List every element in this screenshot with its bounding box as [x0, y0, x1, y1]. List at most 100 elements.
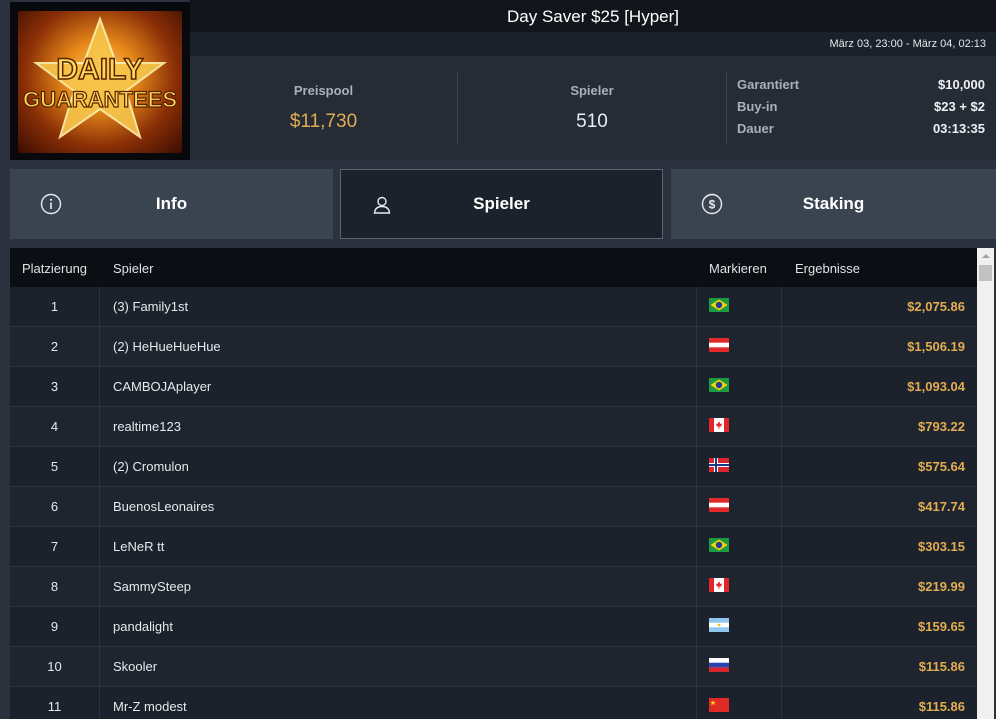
rank-cell: 1	[10, 287, 100, 327]
flag-cell	[696, 487, 782, 527]
tournament-title: Day Saver $25 [Hyper]	[190, 0, 996, 32]
divider	[726, 72, 727, 144]
user-icon	[373, 196, 391, 214]
header-rank[interactable]: Platzierung	[22, 261, 87, 276]
rank-cell: 9	[10, 607, 100, 647]
flag-cell	[696, 687, 782, 719]
stats-panel: Preispool $11,730 Spieler 510 Garantiert…	[190, 56, 996, 160]
flag-cell	[696, 367, 782, 407]
canada-flag-icon	[709, 418, 729, 432]
result-cell: $159.65	[918, 619, 965, 634]
dollar-coin-icon: $	[701, 193, 723, 215]
rank-cell: 10	[10, 647, 100, 687]
player-name[interactable]: CAMBOJAplayer	[113, 367, 211, 407]
flag-cell	[696, 447, 782, 487]
rank-cell: 2	[10, 327, 100, 367]
canada-flag-icon	[709, 578, 729, 592]
player-name[interactable]: Mr-Z modest	[113, 687, 187, 719]
brazil-flag-icon	[709, 378, 729, 392]
detail-buyin: Buy-in $23 + $2	[737, 99, 985, 114]
flag-cell	[696, 407, 782, 447]
rank-cell: 5	[10, 447, 100, 487]
players-value: 510	[576, 111, 608, 132]
player-name[interactable]: (2) Cromulon	[113, 447, 189, 487]
table-row[interactable]: 4 realtime123 $793.22	[10, 407, 977, 447]
flag-cell	[696, 567, 782, 607]
table-row[interactable]: 2 (2) HeHueHueHue $1,506.19	[10, 327, 977, 367]
table-row[interactable]: 1 (3) Family1st $2,075.86	[10, 287, 977, 327]
result-cell: $1,093.04	[907, 379, 965, 394]
argentina-flag-icon	[709, 618, 729, 632]
table-row[interactable]: 6 BuenosLeonaires $417.74	[10, 487, 977, 527]
scrollbar[interactable]	[977, 248, 994, 719]
table-row[interactable]: 11 Mr-Z modest $115.86	[10, 687, 977, 719]
player-name[interactable]: BuenosLeonaires	[113, 487, 214, 527]
result-cell: $575.64	[918, 459, 965, 474]
header-player[interactable]: Spieler	[113, 261, 153, 276]
header-result[interactable]: Ergebnisse	[795, 261, 860, 276]
austria-flag-icon	[709, 338, 729, 352]
table-header: Platzierung Spieler Markieren Ergebnisse	[10, 248, 977, 287]
rank-cell: 4	[10, 407, 100, 447]
austria-flag-icon	[709, 498, 729, 512]
player-name[interactable]: SammySteep	[113, 567, 191, 607]
norway-flag-icon	[709, 458, 729, 472]
player-name[interactable]: pandalight	[113, 607, 173, 647]
players-label: Spieler	[570, 83, 614, 98]
table-row[interactable]: 5 (2) Cromulon $575.64	[10, 447, 977, 487]
date-range: März 03, 23:00 - März 04, 02:13	[190, 32, 996, 56]
flag-cell	[696, 647, 782, 687]
brazil-flag-icon	[709, 298, 729, 312]
prizepool-stat: Preispool $11,730	[190, 56, 457, 160]
player-name[interactable]: realtime123	[113, 407, 181, 447]
rank-cell: 11	[10, 687, 100, 719]
table-row[interactable]: 3 CAMBOJAplayer $1,093.04	[10, 367, 977, 407]
svg-text:DAILY: DAILY	[56, 53, 143, 86]
player-name[interactable]: (3) Family1st	[113, 287, 188, 327]
result-cell: $793.22	[918, 419, 965, 434]
header-flag[interactable]: Markieren	[709, 261, 767, 276]
details-list: Garantiert $10,000 Buy-in $23 + $2 Dauer…	[737, 74, 985, 140]
rank-cell: 7	[10, 527, 100, 567]
result-cell: $115.86	[918, 659, 965, 674]
table-row[interactable]: 10 Skooler $115.86	[10, 647, 977, 687]
player-name[interactable]: LeNeR tt	[113, 527, 164, 567]
info-icon	[40, 193, 62, 215]
tab-players[interactable]: Spieler	[340, 169, 663, 239]
flag-cell	[696, 327, 782, 367]
player-name[interactable]: Skooler	[113, 647, 157, 687]
rank-cell: 6	[10, 487, 100, 527]
scroll-up-arrow-icon[interactable]	[977, 248, 994, 264]
detail-guaranteed: Garantiert $10,000	[737, 77, 985, 92]
result-cell: $303.15	[918, 539, 965, 554]
result-cell: $2,075.86	[907, 299, 965, 314]
results-table: Platzierung Spieler Markieren Ergebnisse…	[10, 248, 977, 719]
brazil-flag-icon	[709, 538, 729, 552]
table-body: 1 (3) Family1st $2,075.86 2 (2) HeHueHueHue $…	[10, 287, 977, 719]
result-cell: $417.74	[918, 499, 965, 514]
rank-cell: 3	[10, 367, 100, 407]
china-flag-icon	[709, 698, 729, 712]
player-name[interactable]: (2) HeHueHueHue	[113, 327, 221, 367]
tournament-logo: DAILY GUARANTEES	[10, 2, 190, 160]
result-cell: $115.86	[918, 699, 965, 714]
detail-duration: Dauer 03:13:35	[737, 121, 985, 136]
flag-cell	[696, 287, 782, 327]
svg-text:$: $	[709, 198, 716, 212]
russia-flag-icon	[709, 658, 729, 672]
prizepool-value: $11,730	[289, 111, 358, 132]
flag-cell	[696, 607, 782, 647]
svg-text:GUARANTEES: GUARANTEES	[23, 87, 177, 112]
table-row[interactable]: 9 pandalight $159.65	[10, 607, 977, 647]
scroll-thumb[interactable]	[979, 265, 992, 281]
tab-info[interactable]: Info	[10, 169, 333, 239]
result-cell: $219.99	[918, 579, 965, 594]
tab-staking[interactable]: $ Staking	[671, 169, 996, 239]
table-row[interactable]: 7 LeNeR tt $303.15	[10, 527, 977, 567]
table-row[interactable]: 8 SammySteep $219.99	[10, 567, 977, 607]
flag-cell	[696, 527, 782, 567]
result-cell: $1,506.19	[907, 339, 965, 354]
players-stat: Spieler 510	[458, 56, 726, 160]
rank-cell: 8	[10, 567, 100, 607]
prizepool-label: Preispool	[293, 83, 354, 98]
